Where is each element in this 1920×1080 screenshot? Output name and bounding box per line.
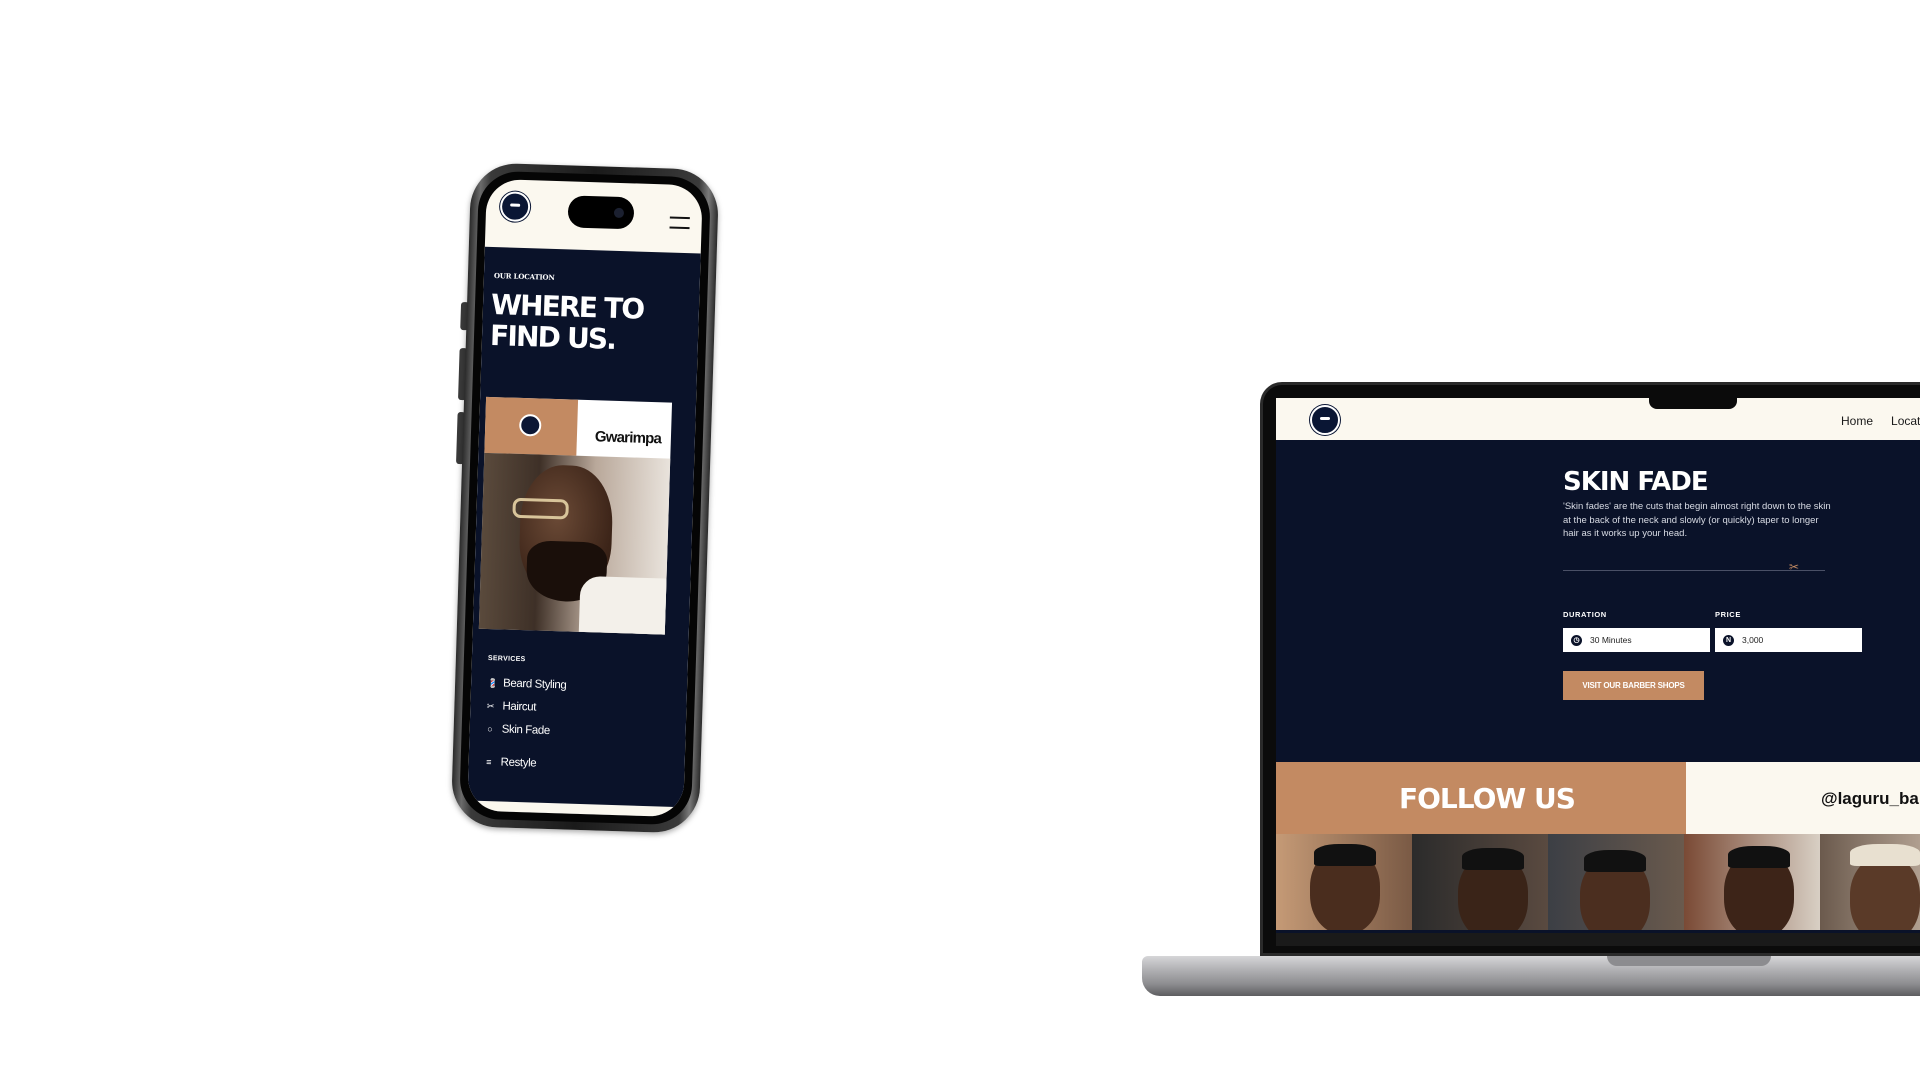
gallery-image[interactable] (1820, 834, 1920, 930)
site-logo[interactable] (1310, 405, 1340, 435)
laptop-groove (1607, 956, 1771, 966)
laptop-bottom-bezel (1276, 933, 1920, 946)
price-label: PRICE (1715, 610, 1741, 619)
phone-screen: OUR LOCATION WHERE TO FIND US. Gwarimpa … (467, 178, 703, 818)
service-title: SKIN FADE (1563, 467, 1709, 497)
location-card-badge (484, 396, 579, 456)
service-label: Haircut (502, 700, 537, 714)
follow-us-banner: FOLLOW US (1276, 762, 1686, 834)
scissors-icon: ✂ (1789, 560, 1800, 574)
instagram-gallery (1276, 834, 1920, 930)
follow-us-title: FOLLOW US (1399, 782, 1576, 815)
service-label: Beard Styling (502, 677, 567, 692)
mobile-logo[interactable] (499, 191, 531, 223)
service-description: 'Skin fades' are the cuts that begin alm… (1563, 501, 1831, 539)
social-handle-box: @laguru_ba (1686, 762, 1920, 834)
service-item-beard-styling[interactable]: 💈 Beard Styling (486, 677, 567, 692)
nav-locations[interactable]: Locat (1891, 414, 1920, 428)
service-label: Restyle (500, 756, 537, 770)
head-icon: ○ (487, 724, 493, 735)
dynamic-island (567, 195, 635, 230)
phone-mockup: OUR LOCATION WHERE TO FIND US. Gwarimpa … (450, 162, 720, 834)
duration-label: DURATION (1563, 610, 1607, 619)
gallery-image[interactable] (1548, 834, 1684, 930)
laptop-lid: Home Locat SKIN FADE 'Skin fades' are th… (1260, 382, 1920, 956)
location-logo (518, 413, 542, 437)
service-label: Skin Fade (501, 723, 551, 738)
divider (1563, 570, 1825, 571)
gallery-image[interactable] (1684, 834, 1820, 930)
mobile-location-section: OUR LOCATION WHERE TO FIND US. Gwarimpa … (467, 246, 701, 818)
clock-icon: ◷ (1571, 634, 1582, 646)
laptop-notch (1649, 385, 1737, 409)
price-value: 3,000 (1742, 635, 1764, 645)
service-item-restyle[interactable]: ≡ Restyle (484, 756, 537, 770)
location-name: Gwarimpa (594, 428, 662, 448)
nav-home[interactable]: Home (1841, 414, 1873, 428)
service-item-haircut[interactable]: ✂ Haircut (486, 700, 537, 714)
gallery-image[interactable] (1412, 834, 1548, 930)
site-header: Home Locat (1276, 398, 1920, 440)
scissors-icon: ✂ (486, 701, 495, 712)
visit-barber-shops-button[interactable]: VISIT OUR BARBER SHOPS (1563, 671, 1704, 700)
location-photo (478, 452, 671, 635)
laptop-base (1142, 956, 1920, 996)
main-nav: Home Locat (1841, 414, 1920, 428)
duration-value: 30 Minutes (1590, 635, 1632, 645)
location-card[interactable]: Gwarimpa (478, 396, 673, 635)
section-eyebrow: OUR LOCATION (493, 271, 555, 282)
service-item-skin-fade[interactable]: ○ Skin Fade (486, 723, 551, 738)
social-handle-link[interactable]: @laguru_ba (1821, 789, 1919, 809)
service-hero: SKIN FADE 'Skin fades' are the cuts that… (1276, 440, 1920, 762)
gallery-image[interactable] (1276, 834, 1412, 930)
section-title: WHERE TO FIND US. (489, 287, 644, 356)
naira-icon: N (1723, 634, 1734, 646)
hamburger-menu-icon[interactable] (669, 216, 690, 232)
beard-icon: 💈 (486, 678, 499, 689)
laptop-screen: Home Locat SKIN FADE 'Skin fades' are th… (1276, 398, 1920, 946)
services-label: SERVICES (487, 655, 526, 664)
price-field: N 3,000 (1715, 628, 1862, 652)
comb-icon: ≡ (486, 757, 492, 768)
duration-field: ◷ 30 Minutes (1563, 628, 1710, 652)
